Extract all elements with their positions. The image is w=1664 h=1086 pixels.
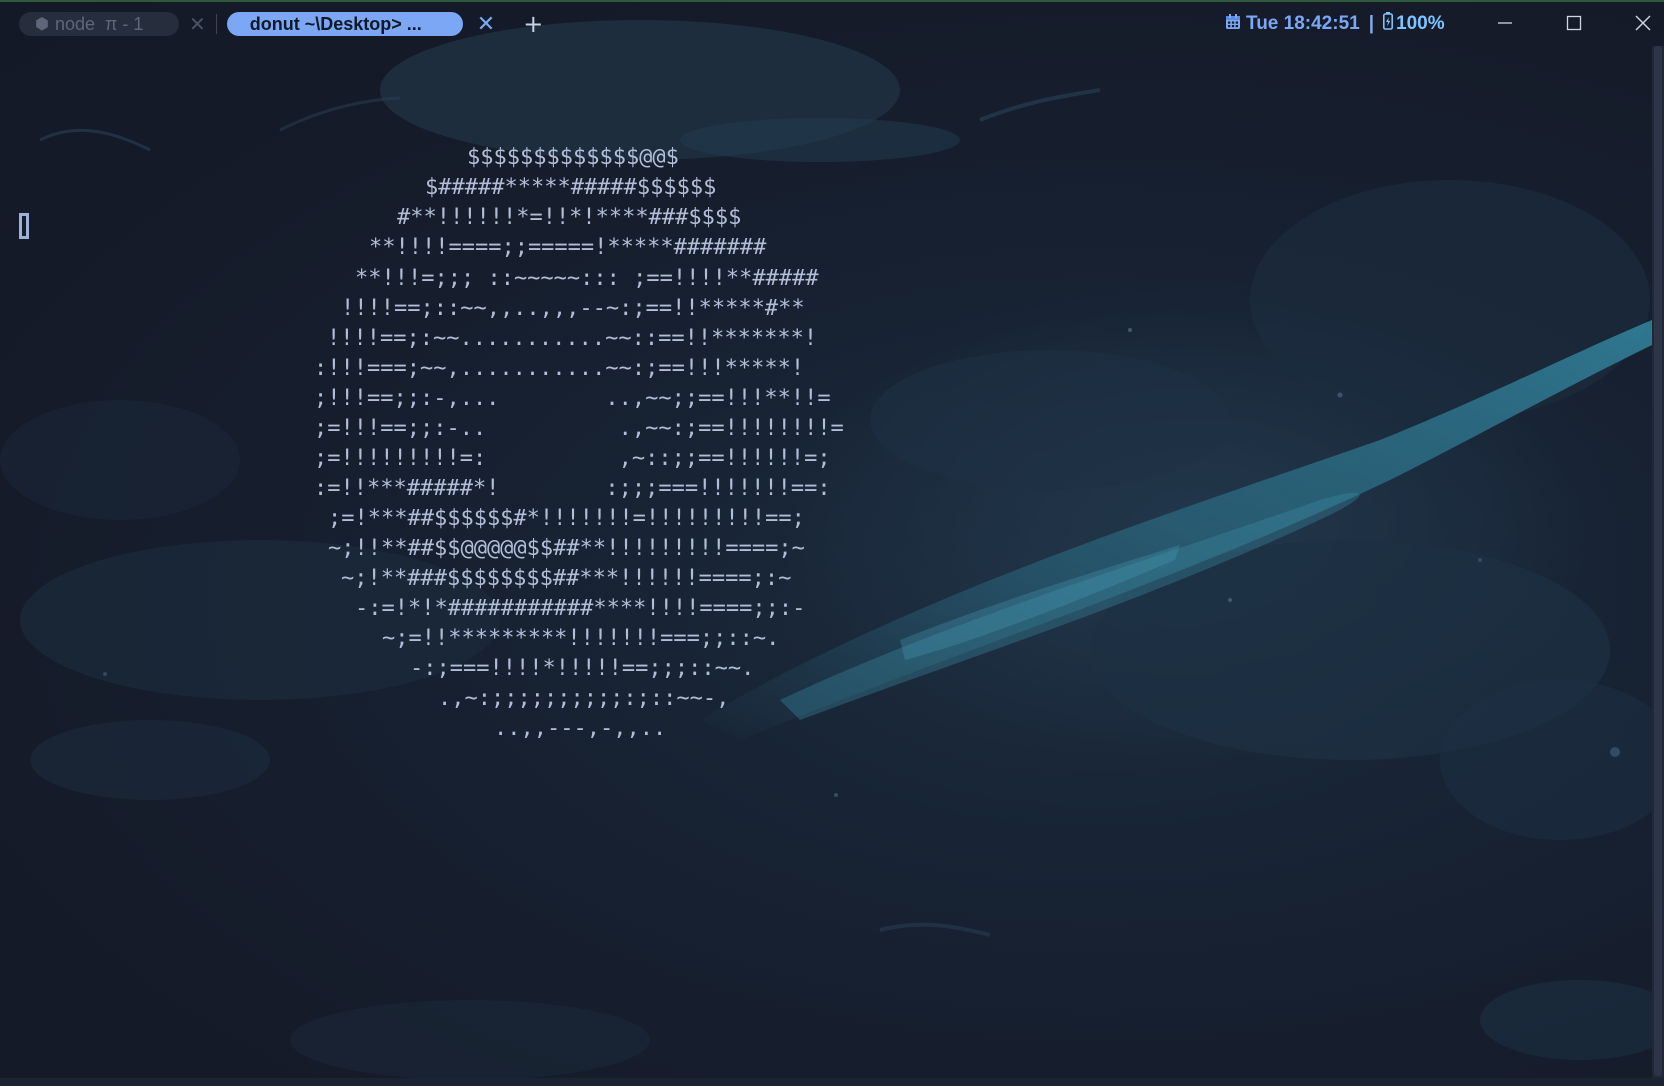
tab-separator [215, 14, 217, 34]
tab-node-title: node [54, 13, 96, 34]
donut-line: ~;!!**##$$@@@@@$$##**!!!!!!!!!====;~ [328, 536, 805, 561]
donut-line: **!!!!====;;=====!*****####### [369, 235, 767, 260]
new-tab-plus-icon[interactable]: + [523, 10, 543, 38]
tab-node[interactable]: ⬢ node π - 1 [19, 12, 179, 36]
window-bottom-edge [0, 1078, 1664, 1086]
terminal-window: ⬢ node π - 1 ✕ donut ~\Desktop> ... ✕ + [0, 0, 1664, 1086]
terminal-area[interactable]: $$$$$$$$$$$$$@@$ $#####*****#####$$$$$$ … [0, 48, 1652, 1078]
node-icon: ⬢ [35, 16, 49, 33]
tab-node-close-icon[interactable]: ✕ [189, 12, 206, 36]
donut-line: ;=!***##$$$$$$#*!!!!!!!=!!!!!!!!!==; [328, 506, 805, 531]
donut-line: !!!!==;::~~,,..,,,--~:;==!!*****#** [341, 296, 805, 321]
donut-line: -:;===!!!!*!!!!!==;;;::~~. [410, 656, 755, 681]
donut-line: !!!!==;:~~...........~~::==!!*******! [327, 326, 818, 351]
donut-line: ;=!!!!!!!!!=: ,~::;;==!!!!!!=; [314, 446, 831, 471]
donut-line: ;!!!==;;:-,... ..,~~;;==!!!**!!= [314, 386, 831, 411]
donut-line: :=!!***#####*! :;;;===!!!!!!!==: [314, 476, 831, 501]
donut-line: ..,,---,-,,.. [494, 716, 667, 741]
donut-line: :!!!===;~~,...........~~:;==!!!*****! [314, 356, 805, 381]
donut-line: **!!!=;;; ::~~~~~::: ;==!!!!**##### [355, 266, 819, 291]
donut-line: ~;!**###$$$$$$$$##***!!!!!!====;:~ [341, 566, 792, 591]
tab-donut[interactable]: donut ~\Desktop> ... [226, 12, 463, 36]
donut-line: $#####*****#####$$$$$$ [425, 175, 717, 200]
scrollbar-thumb[interactable] [1654, 46, 1662, 1076]
donut-line: ~;=!!*********!!!!!!!===;;::~. [382, 626, 780, 651]
tab-donut-close-icon[interactable]: ✕ [477, 12, 495, 37]
donut-line: -:=!*!*###########****!!!!====;;:- [355, 596, 806, 621]
terminal-scrollbar[interactable] [1652, 46, 1664, 1086]
tab-donut-title: donut ~\Desktop> ... [249, 13, 422, 34]
donut-line: $$$$$$$$$$$$$@@$ [467, 145, 679, 170]
donut-line: .,~:;;;;;;;;;;:;::~~-, [438, 686, 730, 711]
tab-node-subtitle: π - 1 [105, 13, 144, 34]
donut-line: ;=!!!==;;:-.. .,~~:;==!!!!!!!!= [314, 416, 844, 441]
donut-ascii-art: $$$$$$$$$$$$$@@$ $#####*****#####$$$$$$ … [0, 48, 900, 808]
donut-line: #**!!!!!!*=!!*!****###$$$$ [397, 205, 742, 230]
title-bar: ⬢ node π - 1 ✕ donut ~\Desktop> ... ✕ + [0, 0, 1664, 48]
